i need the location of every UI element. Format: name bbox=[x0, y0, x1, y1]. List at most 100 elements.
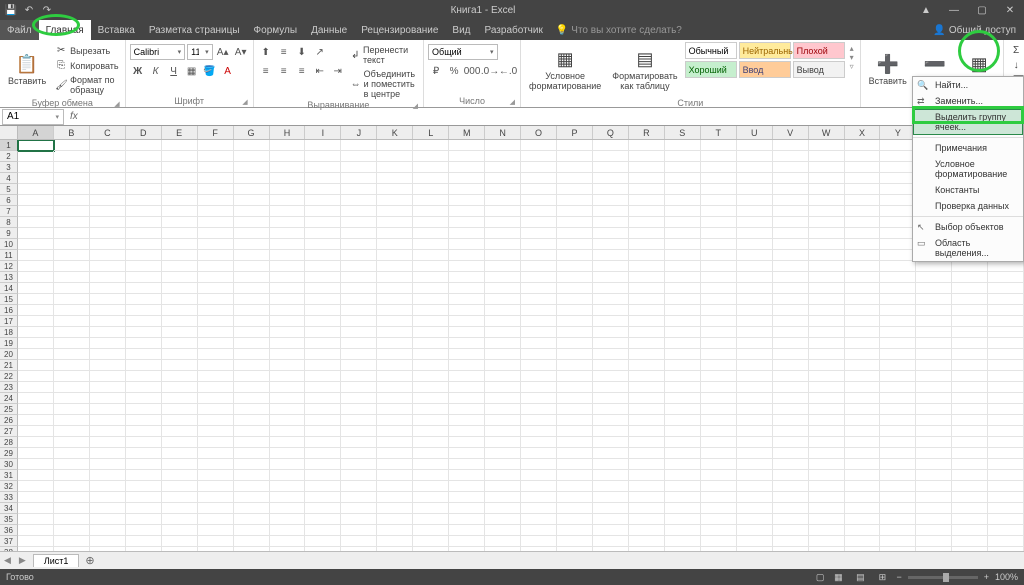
undo-icon[interactable]: ↶ bbox=[22, 3, 36, 17]
cell[interactable] bbox=[449, 415, 485, 426]
row-header[interactable]: 35 bbox=[0, 514, 18, 525]
cell[interactable] bbox=[413, 261, 449, 272]
merge-center-button[interactable]: ⇔Объединить и поместить в центре bbox=[349, 68, 419, 100]
cell[interactable] bbox=[701, 459, 737, 470]
cell[interactable] bbox=[629, 239, 665, 250]
cell[interactable] bbox=[988, 448, 1024, 459]
cell[interactable] bbox=[341, 349, 377, 360]
increase-decimal-icon[interactable]: .0→ bbox=[482, 63, 498, 79]
macro-record-icon[interactable]: ▢ bbox=[816, 572, 825, 583]
decrease-font-icon[interactable]: A▾ bbox=[233, 44, 249, 60]
cell[interactable] bbox=[593, 305, 629, 316]
cell[interactable] bbox=[341, 547, 377, 551]
cell[interactable] bbox=[234, 349, 270, 360]
cell[interactable] bbox=[809, 404, 845, 415]
cell[interactable] bbox=[665, 426, 701, 437]
cell[interactable] bbox=[593, 470, 629, 481]
cell[interactable] bbox=[162, 525, 198, 536]
cell[interactable] bbox=[162, 426, 198, 437]
cell[interactable] bbox=[305, 151, 341, 162]
cell[interactable] bbox=[845, 228, 881, 239]
cell[interactable] bbox=[305, 492, 341, 503]
cell[interactable] bbox=[521, 415, 557, 426]
cell[interactable] bbox=[449, 459, 485, 470]
cell[interactable] bbox=[665, 184, 701, 195]
cell[interactable] bbox=[485, 492, 521, 503]
cell[interactable] bbox=[880, 426, 916, 437]
cell[interactable] bbox=[773, 162, 809, 173]
cell[interactable] bbox=[305, 459, 341, 470]
row-header[interactable]: 19 bbox=[0, 338, 18, 349]
cell[interactable] bbox=[809, 217, 845, 228]
cell[interactable] bbox=[377, 360, 413, 371]
style-normal[interactable]: Обычный bbox=[685, 42, 737, 59]
cell[interactable] bbox=[90, 503, 126, 514]
cell[interactable] bbox=[557, 371, 593, 382]
cell[interactable] bbox=[737, 415, 773, 426]
cell[interactable] bbox=[557, 437, 593, 448]
cell[interactable] bbox=[305, 547, 341, 551]
cell[interactable] bbox=[880, 393, 916, 404]
cell[interactable] bbox=[521, 448, 557, 459]
cell[interactable] bbox=[521, 162, 557, 173]
cell[interactable] bbox=[629, 437, 665, 448]
cell[interactable] bbox=[305, 261, 341, 272]
cell[interactable] bbox=[449, 327, 485, 338]
cell[interactable] bbox=[305, 426, 341, 437]
cell[interactable] bbox=[701, 151, 737, 162]
cell[interactable] bbox=[485, 382, 521, 393]
cell[interactable] bbox=[198, 360, 234, 371]
cell[interactable] bbox=[952, 393, 988, 404]
cell[interactable] bbox=[809, 459, 845, 470]
cell[interactable] bbox=[809, 514, 845, 525]
cell[interactable] bbox=[270, 547, 306, 551]
cell[interactable] bbox=[126, 206, 162, 217]
cell[interactable] bbox=[341, 283, 377, 294]
cell[interactable] bbox=[916, 536, 952, 547]
cell[interactable] bbox=[341, 228, 377, 239]
col-header[interactable]: G bbox=[234, 126, 270, 139]
cell[interactable] bbox=[665, 294, 701, 305]
tab-review[interactable]: Рецензирование bbox=[354, 20, 445, 40]
cell[interactable] bbox=[521, 239, 557, 250]
cell[interactable] bbox=[845, 305, 881, 316]
cell[interactable] bbox=[629, 459, 665, 470]
cell[interactable] bbox=[234, 338, 270, 349]
cell[interactable] bbox=[413, 459, 449, 470]
cell[interactable] bbox=[162, 536, 198, 547]
cell[interactable] bbox=[809, 283, 845, 294]
cell[interactable] bbox=[449, 250, 485, 261]
cell[interactable] bbox=[665, 162, 701, 173]
cell[interactable] bbox=[916, 261, 952, 272]
cell[interactable] bbox=[593, 481, 629, 492]
view-normal-icon[interactable]: ▦ bbox=[830, 571, 846, 583]
cell[interactable] bbox=[593, 316, 629, 327]
cell[interactable] bbox=[270, 140, 306, 151]
cell[interactable] bbox=[413, 184, 449, 195]
cell[interactable] bbox=[880, 404, 916, 415]
bold-icon[interactable]: Ж bbox=[130, 63, 146, 79]
cell[interactable] bbox=[665, 239, 701, 250]
cell[interactable] bbox=[665, 437, 701, 448]
cell[interactable] bbox=[270, 327, 306, 338]
cell[interactable] bbox=[341, 217, 377, 228]
cell[interactable] bbox=[377, 305, 413, 316]
style-expand[interactable]: ▿ bbox=[850, 62, 854, 71]
cell[interactable] bbox=[845, 184, 881, 195]
cell[interactable] bbox=[485, 426, 521, 437]
cell[interactable] bbox=[341, 371, 377, 382]
cell[interactable] bbox=[988, 426, 1024, 437]
cell[interactable] bbox=[234, 426, 270, 437]
cell[interactable] bbox=[988, 294, 1024, 305]
cell[interactable] bbox=[413, 283, 449, 294]
cell[interactable] bbox=[234, 250, 270, 261]
cell[interactable] bbox=[521, 349, 557, 360]
cell[interactable] bbox=[665, 371, 701, 382]
font-size-combo[interactable]: ▾ bbox=[187, 44, 213, 60]
cell[interactable] bbox=[413, 371, 449, 382]
cell[interactable] bbox=[18, 536, 54, 547]
row-header[interactable]: 23 bbox=[0, 382, 18, 393]
cell[interactable] bbox=[916, 437, 952, 448]
cell[interactable] bbox=[234, 360, 270, 371]
cell[interactable] bbox=[773, 239, 809, 250]
